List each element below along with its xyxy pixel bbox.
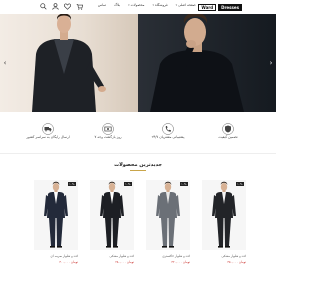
hero-models xyxy=(32,14,244,112)
product-price: ۲۸۰,۰۰۰ تومان xyxy=(90,260,134,264)
price-current: ۲۸۰,۰۰۰ تومان xyxy=(115,260,134,264)
product-photo-2 xyxy=(156,181,180,248)
nav-item-shop[interactable]: فروشگاه ▾ xyxy=(152,3,167,7)
heart-icon[interactable] xyxy=(64,3,71,10)
discount-badge: ۱۰% xyxy=(123,182,132,186)
product-photo-4 xyxy=(44,181,68,248)
section-title: جدیدترین محصولات xyxy=(114,162,162,168)
nav-item-blog[interactable]: بلاگ xyxy=(114,3,120,7)
feature-support: ۲۴/۷ پشتیبانی مشتریان xyxy=(138,120,198,139)
hero-model-left xyxy=(32,14,106,112)
product-card[interactable]: ۱۰% کت و شلوار خاکستری ۳۲۰,۰۰۰ تومان xyxy=(146,180,190,264)
product-name[interactable]: کت و شلوار مشکی xyxy=(90,254,134,258)
feature-shipping: ارسال رایگان به سراسر کشور xyxy=(18,120,78,139)
hero-next-arrow[interactable]: › xyxy=(268,59,274,67)
shield-icon xyxy=(222,120,234,135)
nav-label: محصولات xyxy=(130,3,145,7)
money-icon xyxy=(102,120,114,135)
site-logo[interactable]: Ward Dresses xyxy=(198,3,242,11)
feature-text: تضمین کیفیت xyxy=(218,135,238,139)
product-name[interactable]: کت و شلوار خاکستری xyxy=(146,254,190,258)
product-image[interactable]: ۱۰% xyxy=(34,180,78,250)
hero-prev-arrow[interactable]: ‹ xyxy=(2,59,8,67)
price-current: ۳۰۰,۰۰۰ تومان xyxy=(59,260,78,264)
truck-icon xyxy=(42,120,54,135)
feature-text: ۲۴/۷ پشتیبانی مشتریان xyxy=(151,135,185,139)
product-card[interactable]: ۱۰% کت و شلوار مشکی ۳۵۰,۰۰۰ تومان xyxy=(202,180,246,264)
nav-label: صفحه اصلی xyxy=(178,3,196,7)
product-price: ۳۵۰,۰۰۰ تومان xyxy=(202,260,246,264)
hero-model-right xyxy=(150,14,244,112)
feature-text: ۷ روز بازگشت وجه xyxy=(94,135,122,139)
user-icon[interactable] xyxy=(52,3,59,10)
nav-label: فروشگاه xyxy=(154,3,168,7)
product-card[interactable]: ۱۰% کت و شلوار سرمه ای ۳۰۰,۰۰۰ تومان xyxy=(34,180,78,264)
features-row: تضمین کیفیت ۲۴/۷ پشتیبانی مشتریان ۷ روز … xyxy=(0,112,276,154)
discount-badge: ۱۰% xyxy=(179,182,188,186)
logo-word-1: Ward xyxy=(198,3,217,11)
nav-item-home[interactable]: صفحه اصلی ▾ xyxy=(176,3,196,7)
feature-refund: ۷ روز بازگشت وجه xyxy=(78,120,138,139)
nav-item-contact[interactable]: تماس xyxy=(98,3,106,7)
feature-text: ارسال رایگان به سراسر کشور xyxy=(26,135,70,139)
price-current: ۳۲۰,۰۰۰ تومان xyxy=(171,260,190,264)
discount-badge: ۱۰% xyxy=(67,182,76,186)
product-image[interactable]: ۱۰% xyxy=(90,180,134,250)
site-header: صفحه اصلی ▾ فروشگاه ▾ محصولات ▾ بلاگ تماس W… xyxy=(0,0,276,14)
phone-icon xyxy=(162,120,174,135)
feature-quality: تضمین کیفیت xyxy=(198,120,258,139)
product-image[interactable]: ۱۰% xyxy=(146,180,190,250)
chevron-down-icon: ▾ xyxy=(175,3,178,7)
hero-slider: ‹ › xyxy=(0,14,276,112)
product-price: ۳۰۰,۰۰۰ تومان xyxy=(34,260,78,264)
nav-item-products[interactable]: محصولات ▾ xyxy=(128,3,144,7)
cart-icon[interactable] xyxy=(76,3,83,10)
product-photo-3 xyxy=(100,181,124,248)
discount-badge: ۱۰% xyxy=(235,182,244,186)
section-title-underline xyxy=(130,170,146,171)
product-name[interactable]: کت و شلوار مشکی xyxy=(202,254,246,258)
main-nav: صفحه اصلی ▾ فروشگاه ▾ محصولات ▾ بلاگ تماس xyxy=(98,3,196,7)
product-photo-1 xyxy=(212,181,236,248)
product-image[interactable]: ۱۰% xyxy=(202,180,246,250)
product-name[interactable]: کت و شلوار سرمه ای xyxy=(34,254,78,258)
nav-label: تماس xyxy=(98,3,107,7)
price-current: ۳۵۰,۰۰۰ تومان xyxy=(227,260,246,264)
header-icons xyxy=(40,3,83,10)
product-card[interactable]: ۱۰% کت و شلوار مشکی ۲۸۰,۰۰۰ تومان xyxy=(90,180,134,264)
chevron-down-icon: ▾ xyxy=(128,3,130,7)
nav-label: بلاگ xyxy=(114,3,121,7)
product-price: ۳۲۰,۰۰۰ تومان xyxy=(146,260,190,264)
search-icon[interactable] xyxy=(40,3,47,10)
chevron-down-icon: ▾ xyxy=(152,3,154,7)
logo-word-2: Dresses xyxy=(218,3,242,11)
